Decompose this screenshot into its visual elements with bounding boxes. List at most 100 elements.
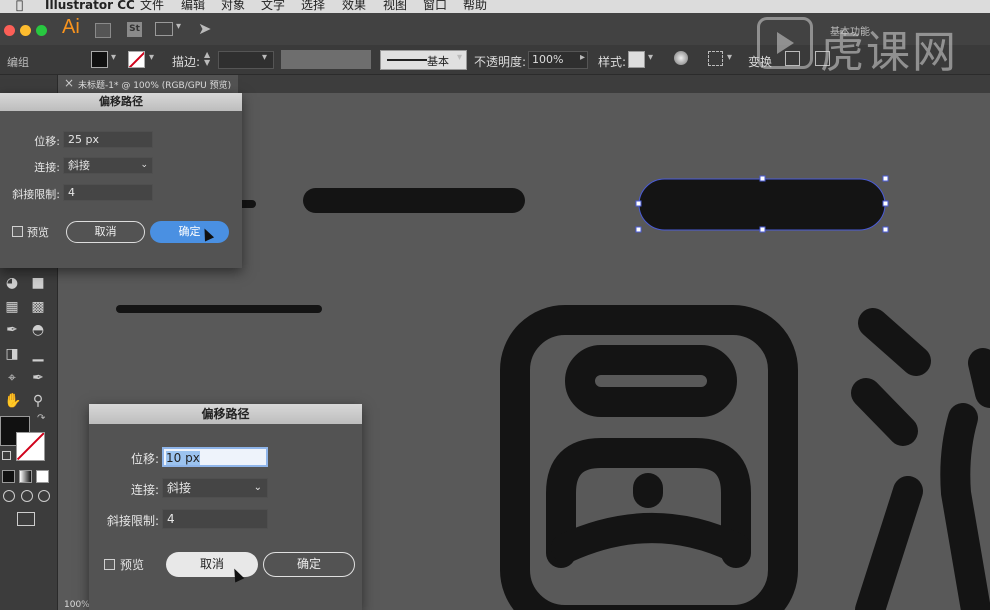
gradient-mode-icon[interactable] xyxy=(19,470,32,483)
ok-button[interactable]: 确定 xyxy=(263,552,355,577)
offset-label: 位移: xyxy=(34,135,60,148)
stroke-swatch[interactable] xyxy=(128,51,145,68)
preview-checkbox[interactable] xyxy=(104,559,115,570)
offset-input-value: 10 px xyxy=(166,451,200,465)
menu-item-object[interactable]: 对象 xyxy=(221,0,245,11)
close-tab-icon[interactable]: × xyxy=(64,76,74,90)
apple-icon[interactable]:  xyxy=(16,0,23,11)
ok-button[interactable]: 确定 xyxy=(150,221,229,243)
joins-label: 连接: xyxy=(130,483,159,497)
miter-limit-input[interactable]: 4 xyxy=(162,509,268,529)
opacity-label: 不透明度: xyxy=(474,55,527,69)
mac-menu-bar:  Illustrator CC 文件 编辑 对象 文字 选择 效果 视图 窗口… xyxy=(0,0,990,13)
miter-limit-input[interactable]: 4 xyxy=(63,184,153,201)
watermark-logo xyxy=(757,17,813,69)
joins-select[interactable]: 斜接 ⌄ xyxy=(162,478,268,498)
zoom-window-button[interactable] xyxy=(36,25,47,36)
chevron-down-icon[interactable]: ▾ xyxy=(149,52,154,63)
selection-type-label: 编组 xyxy=(7,56,29,69)
stroke-weight-stepper[interactable]: ▲ ▼ xyxy=(204,51,210,67)
ai-logo: Ai xyxy=(62,16,80,38)
miter-limit-label: 斜接限制: xyxy=(106,514,159,528)
menu-item-effect[interactable]: 效果 xyxy=(342,0,366,11)
menu-item-edit[interactable]: 编辑 xyxy=(181,0,205,11)
stroke-color-box[interactable] xyxy=(16,432,45,461)
joins-select-value: 斜接 xyxy=(68,159,90,172)
joins-select[interactable]: 斜接 ⌄ xyxy=(63,157,153,174)
offset-label: 位移: xyxy=(130,452,159,466)
opacity-field[interactable]: 100% xyxy=(528,51,588,69)
zoom-level[interactable]: 100% xyxy=(64,600,90,610)
graphic-style-swatch[interactable] xyxy=(628,51,645,68)
miter-limit-value: 4 xyxy=(68,186,75,199)
chevron-down-icon[interactable]: ▾ xyxy=(111,52,116,63)
mesh-tool-icon[interactable]: ▦ xyxy=(4,299,20,315)
draw-normal-icon[interactable] xyxy=(3,490,15,502)
preview-label[interactable]: 预览 xyxy=(27,224,49,240)
preview-checkbox[interactable] xyxy=(12,226,23,237)
align-to-selection-icon[interactable] xyxy=(708,51,723,66)
stock-icon[interactable]: St xyxy=(127,22,142,37)
joins-label: 连接: xyxy=(34,161,60,174)
artboard-tool-icon[interactable]: ⌖ xyxy=(4,370,20,386)
thin-bar-shape xyxy=(116,305,322,313)
shape-builder-tool-icon[interactable]: ◕ xyxy=(4,275,20,291)
arrange-documents-icon[interactable] xyxy=(155,22,173,36)
cancel-button[interactable]: 取消 xyxy=(66,221,145,243)
swap-colors-icon[interactable]: ↷ xyxy=(37,413,45,424)
glyph-yuan-shape xyxy=(500,305,798,610)
slice-tool-icon[interactable]: ✒ xyxy=(30,370,46,386)
menu-item-type[interactable]: 文字 xyxy=(261,0,285,11)
chevron-down-icon: ⌄ xyxy=(253,482,262,493)
opacity-value: 100% xyxy=(532,53,564,66)
offset-path-dialog-bottom: 偏移路径 位移: 10 px 连接: 斜接 ⌄ 斜接限制: 4 预览 取消 确定 xyxy=(89,404,362,610)
draw-behind-icon[interactable] xyxy=(21,490,33,502)
variable-width-profile[interactable] xyxy=(281,50,371,69)
close-window-button[interactable] xyxy=(4,25,15,36)
preview-label[interactable]: 预览 xyxy=(120,556,144,573)
cancel-button[interactable]: 取消 xyxy=(166,552,258,577)
menu-item-help[interactable]: 帮助 xyxy=(463,0,487,11)
chevron-down-icon[interactable]: ▾ xyxy=(648,52,653,63)
eyedropper-tool-icon[interactable]: ✒ xyxy=(4,322,20,338)
none-mode-icon[interactable] xyxy=(36,470,49,483)
draw-inside-icon[interactable] xyxy=(38,490,50,502)
chevron-down-icon[interactable]: ▾ xyxy=(727,52,732,63)
fill-swatch[interactable] xyxy=(91,51,108,68)
default-colors-icon[interactable] xyxy=(2,451,11,460)
stroke-label: 描边: xyxy=(172,55,201,69)
screen-mode-icon[interactable] xyxy=(17,512,35,526)
gradient-tool-icon[interactable]: ▩ xyxy=(30,299,46,315)
menu-item-select[interactable]: 选择 xyxy=(301,0,325,11)
recolor-artwork-icon[interactable] xyxy=(674,51,688,65)
color-mode-icon[interactable] xyxy=(2,470,15,483)
selected-pill-shape xyxy=(639,179,885,230)
column-graph-tool-icon[interactable]: ▁ xyxy=(30,346,46,362)
hand-tool-icon[interactable]: ✋ xyxy=(4,393,21,409)
menu-item-window[interactable]: 窗口 xyxy=(423,0,447,11)
minimize-window-button[interactable] xyxy=(20,25,31,36)
document-tab[interactable]: × 未标题-1* @ 100% (RGB/GPU 预览) xyxy=(58,75,238,93)
offset-input[interactable]: 10 px xyxy=(162,447,268,467)
blend-tool-icon[interactable]: ◓ xyxy=(30,322,46,338)
chevron-down-icon: ⌄ xyxy=(140,160,148,170)
document-tab-title: 未标题-1* @ 100% (RGB/GPU 预览) xyxy=(78,81,232,91)
offset-path-dialog-top: 偏移路径 位移: 25 px 连接: 斜接 ⌄ 斜接限制: 4 预览 取消 确定 xyxy=(0,93,242,268)
zoom-tool-icon[interactable]: ⚲ xyxy=(30,393,46,409)
chevron-right-icon[interactable]: ▸ xyxy=(580,52,585,63)
joins-select-value: 斜接 xyxy=(167,481,192,495)
chevron-down-icon[interactable]: ▾ xyxy=(176,21,181,32)
offset-input[interactable]: 25 px xyxy=(63,131,153,148)
app-name-menu[interactable]: Illustrator CC xyxy=(45,0,135,11)
bridge-icon[interactable] xyxy=(95,23,111,38)
gpu-performance-icon[interactable]: ➤ xyxy=(198,19,211,38)
brush-definition-field[interactable]: 基本 xyxy=(380,50,467,70)
chevron-down-icon[interactable]: ▾ xyxy=(262,52,267,63)
chevron-down-icon[interactable]: ▾ xyxy=(457,52,462,63)
menu-item-file[interactable]: 文件 xyxy=(140,0,164,11)
glyph-partial-shape xyxy=(851,308,990,610)
symbol-sprayer-tool-icon[interactable]: ◨ xyxy=(4,346,20,362)
live-paint-tool-icon[interactable]: ■ xyxy=(30,275,46,291)
document-tab-bar: × 未标题-1* @ 100% (RGB/GPU 预览) xyxy=(58,75,990,93)
menu-item-view[interactable]: 视图 xyxy=(383,0,407,11)
